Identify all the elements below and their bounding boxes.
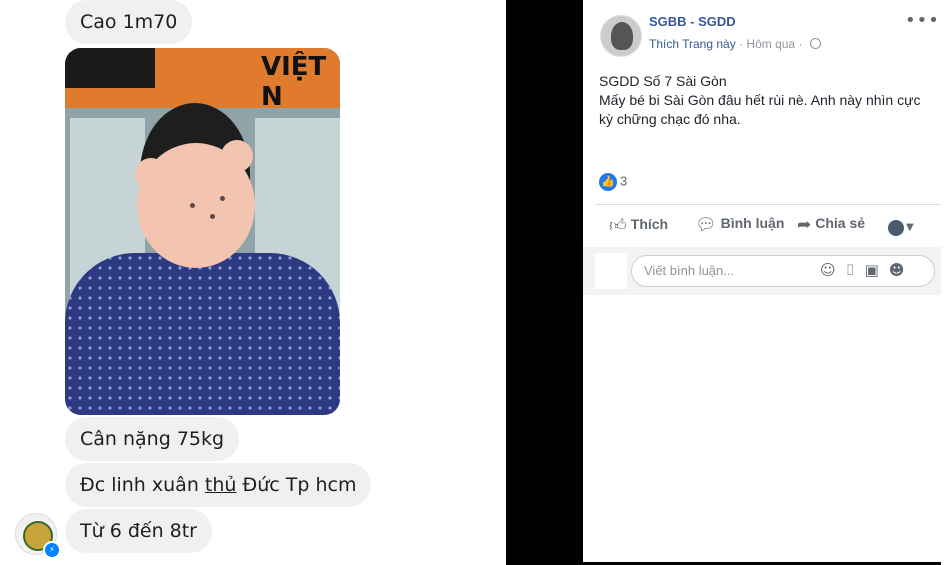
reaction-summary[interactable]: 👍 3 [599,173,627,191]
page-name-link[interactable]: SGBB - SGDD [649,14,736,29]
bear-eye [190,203,195,208]
chevron-down-icon: ▼ [906,222,914,233]
globe-icon [809,38,821,49]
message-bubble: Đc linh xuân thủ Đức Tp hcm [65,463,372,507]
thumbs-up-icon: 👍︎ [609,216,627,235]
audience-avatar-icon [888,219,904,236]
like-button[interactable]: 👍︎ Thích [609,215,668,236]
comment-tools: ☺⌷▣☻ [820,261,914,279]
post-text-line: SGDD Số 7 Sài Gòn [599,73,727,89]
audience-selector[interactable]: ▼ [888,217,914,236]
post-meta: Thích Trang này · Hôm qua · [649,37,821,51]
divider [595,204,941,205]
emoji-icon[interactable]: ☺ [820,261,846,279]
comment-label: Bình luận [720,215,785,231]
facebook-post: SGBB - SGDD Thích Trang này · Hôm qua · … [583,0,941,562]
messenger-chat-panel: Cao 1m70 VIỆT N Cân nặng 75kg Đc linh xu… [0,0,506,565]
message-photo[interactable]: VIỆT N [65,48,340,415]
message-bubble: Cân nặng 75kg [65,417,240,461]
bear-eye [220,196,225,201]
comment-area: Viết bình luận... ☺⌷▣☻ [583,247,941,295]
message-text-underlined: thủ [204,474,237,496]
right-edge [941,0,949,565]
commenter-avatar [595,253,627,289]
comment-placeholder: Viết bình luận... [644,263,735,278]
messenger-icon: ⚡ [43,541,61,559]
message-text: Đức Tp hcm [236,474,357,496]
photo-banner-left [65,48,155,88]
camera-icon[interactable]: ⌷ [846,261,865,279]
comment-input[interactable]: Viết bình luận... ☺⌷▣☻ [631,255,935,287]
reaction-count: 3 [620,173,628,189]
post-text: SGDD Số 7 Sài Gòn Mấy bé bi Sài Gòn đâu … [599,72,929,129]
bear-nose [210,214,215,219]
comment-button[interactable]: 💬︎ Bình luận [695,215,784,235]
avatar-figure [611,22,633,50]
comment-icon: 💬︎ [695,215,717,234]
face-blur-sticker [137,143,255,268]
photo-banner-text: VIỆT N [261,52,327,112]
page-avatar[interactable] [600,15,642,57]
share-label: Chia sẻ [815,215,866,231]
like-label: Thích [630,216,669,232]
post-time[interactable]: Hôm qua [746,37,795,51]
like-page-link[interactable]: Thích Trang này [649,37,736,51]
more-options-icon[interactable]: ••• [905,10,940,31]
message-bubble: Từ 6 đến 8tr [65,509,212,553]
post-text-line: Mấy bé bi Sài Gòn đâu hết rùi nè. Anh nà… [599,92,921,127]
message-bubble: Cao 1m70 [65,0,193,44]
sticker-icon[interactable]: ☻ [889,261,915,279]
message-text: Đc linh xuân [80,474,205,496]
share-button[interactable]: ➦ Chia sẻ [797,215,865,235]
meta-separator: · [798,37,806,51]
gif-icon[interactable]: ▣ [865,261,889,279]
photo-shirt [65,253,340,415]
like-reaction-icon: 👍 [599,173,617,191]
share-icon: ➦ [797,215,812,234]
